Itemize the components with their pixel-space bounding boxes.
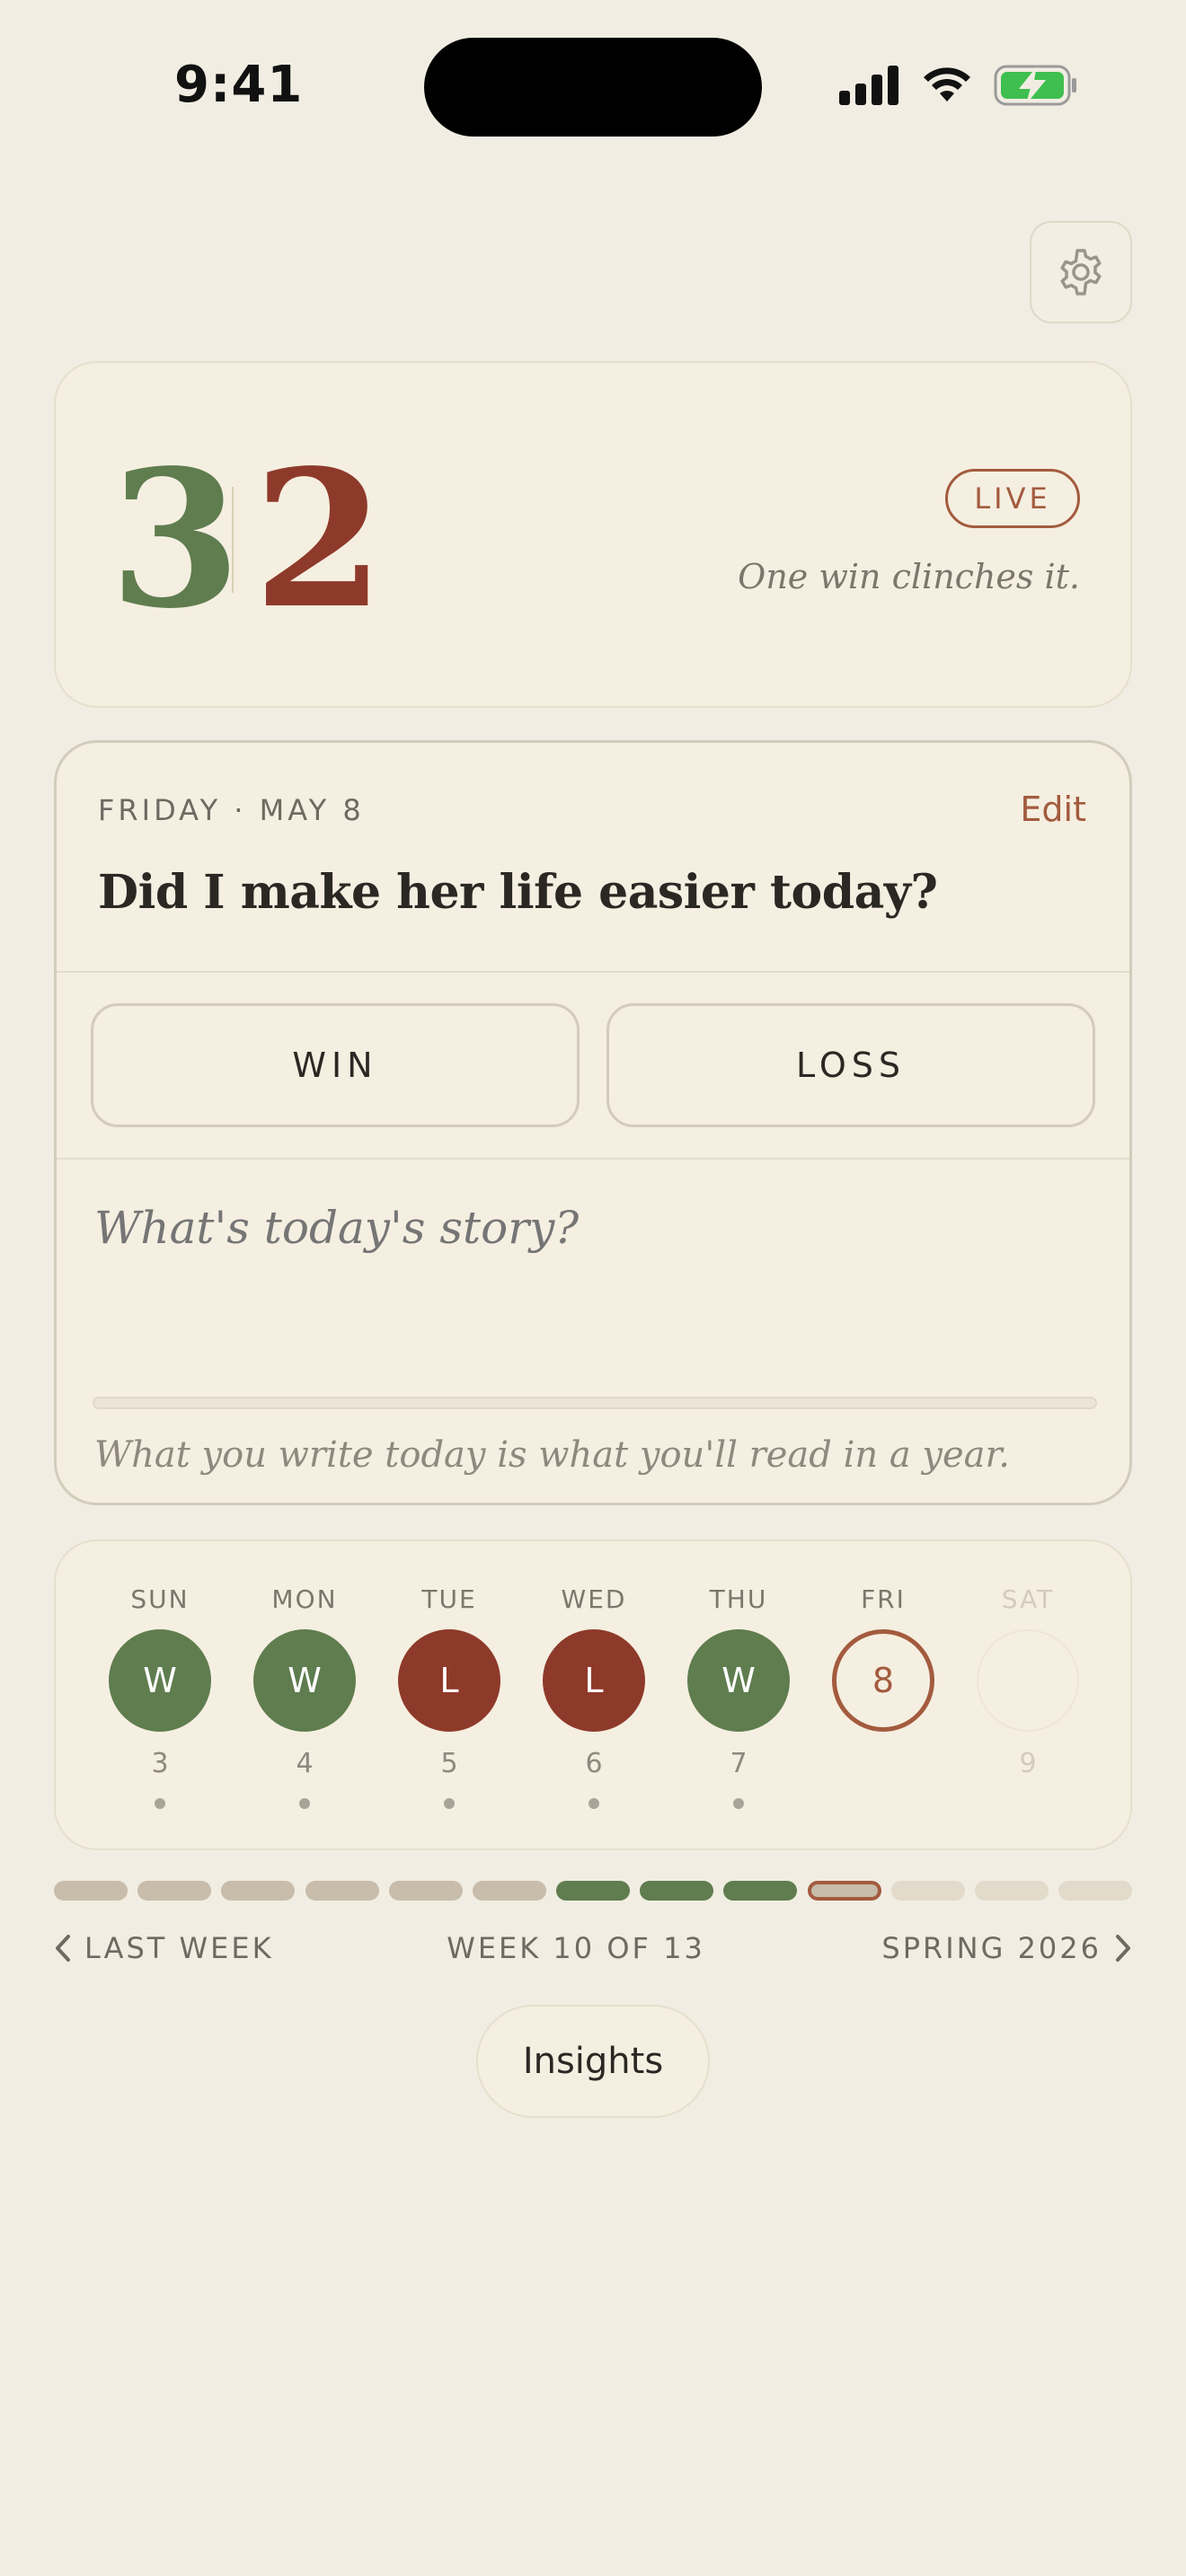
entry-dot — [444, 1798, 455, 1809]
week-day-mon[interactable]: MON W 4 — [251, 1584, 358, 1809]
entry-dot — [733, 1798, 744, 1809]
season-week-segment — [640, 1881, 714, 1901]
losses-count: 2 — [253, 428, 385, 650]
today-card: FRIDAY · MAY 8 Edit Did I make her life … — [54, 740, 1132, 1505]
story-progress-bar — [93, 1397, 1097, 1409]
entry-dot — [155, 1798, 165, 1809]
score-subtitle: One win clinches it. — [738, 557, 1080, 596]
week-day-tue[interactable]: TUE L 5 — [395, 1584, 503, 1809]
day-name: WED — [561, 1584, 627, 1614]
wifi-icon — [924, 67, 970, 101]
edit-link[interactable]: Edit — [1020, 790, 1086, 829]
status-icons — [839, 65, 1078, 106]
score-card: 3 2 LIVE One win clinches it. — [54, 361, 1132, 708]
day-date: 5 — [440, 1748, 458, 1779]
score-divider — [232, 487, 234, 593]
day-result: W — [687, 1629, 790, 1732]
season-week-segment — [1058, 1881, 1133, 1901]
season-button[interactable]: SPRING 2026 — [881, 1931, 1132, 1965]
season-label: SPRING 2026 — [881, 1931, 1102, 1965]
day-date: 6 — [585, 1748, 603, 1779]
season-week-segment — [388, 1881, 463, 1901]
today-date: FRIDAY · MAY 8 — [98, 793, 365, 827]
season-week-segment — [807, 1881, 881, 1901]
week-day-sat: SAT 9 — [974, 1584, 1082, 1782]
divider — [57, 1158, 1129, 1160]
entry-dot — [299, 1798, 310, 1809]
week-card: SUN W 3 MON W 4 TUE L 5 WED L 6 THU W 7 … — [54, 1539, 1132, 1850]
day-result: L — [398, 1629, 500, 1732]
week-day-sun[interactable]: SUN W 3 — [106, 1584, 214, 1809]
loss-button[interactable]: LOSS — [606, 1003, 1095, 1127]
season-week-segment — [221, 1881, 296, 1901]
season-week-segment — [556, 1881, 631, 1901]
season-week-segment — [137, 1881, 212, 1901]
day-result: W — [253, 1629, 356, 1732]
season-week-segment — [305, 1881, 379, 1901]
day-name: TUE — [421, 1584, 477, 1614]
day-result: W — [109, 1629, 211, 1732]
status-time: 9:41 — [174, 56, 304, 114]
season-week-segment — [890, 1881, 965, 1901]
settings-button[interactable] — [1030, 221, 1132, 323]
day-result — [977, 1629, 1079, 1732]
win-button[interactable]: WIN — [91, 1003, 580, 1127]
week-day-thu[interactable]: THU W 7 — [685, 1584, 792, 1809]
dynamic-island — [424, 38, 762, 137]
season-week-segment — [723, 1881, 798, 1901]
day-date: 3 — [151, 1748, 169, 1779]
chevron-right-icon — [1116, 1935, 1130, 1962]
insights-button[interactable]: Insights — [476, 2005, 710, 2118]
day-date: 4 — [296, 1748, 314, 1779]
day-date — [829, 1748, 937, 1782]
day-name: SAT — [1001, 1584, 1055, 1614]
story-input[interactable] — [94, 1192, 1083, 1264]
week-day-wed[interactable]: WED L 6 — [540, 1584, 648, 1809]
season-week-segment — [54, 1881, 128, 1901]
season-week-segment — [472, 1881, 546, 1901]
entry-dot — [589, 1798, 599, 1809]
day-name: THU — [709, 1584, 768, 1614]
daily-question: Did I make her life easier today? — [98, 865, 938, 920]
live-badge: LIVE — [945, 469, 1080, 528]
day-date: 7 — [730, 1748, 748, 1779]
divider — [57, 971, 1129, 973]
day-date: 9 — [1019, 1748, 1037, 1779]
wins-count: 3 — [110, 428, 242, 650]
day-name: MON — [271, 1584, 338, 1614]
battery-charging-icon — [994, 65, 1076, 106]
week-day-fri[interactable]: FRI 8 — [829, 1584, 937, 1782]
gear-icon — [1060, 249, 1102, 296]
day-name: SUN — [130, 1584, 190, 1614]
day-result: L — [543, 1629, 645, 1732]
day-result: 8 — [832, 1629, 934, 1732]
story-hint: What you write today is what you'll read… — [94, 1434, 1010, 1476]
season-week-segment — [974, 1881, 1049, 1901]
day-name: FRI — [861, 1584, 906, 1614]
cellular-signal-icon — [839, 66, 898, 105]
